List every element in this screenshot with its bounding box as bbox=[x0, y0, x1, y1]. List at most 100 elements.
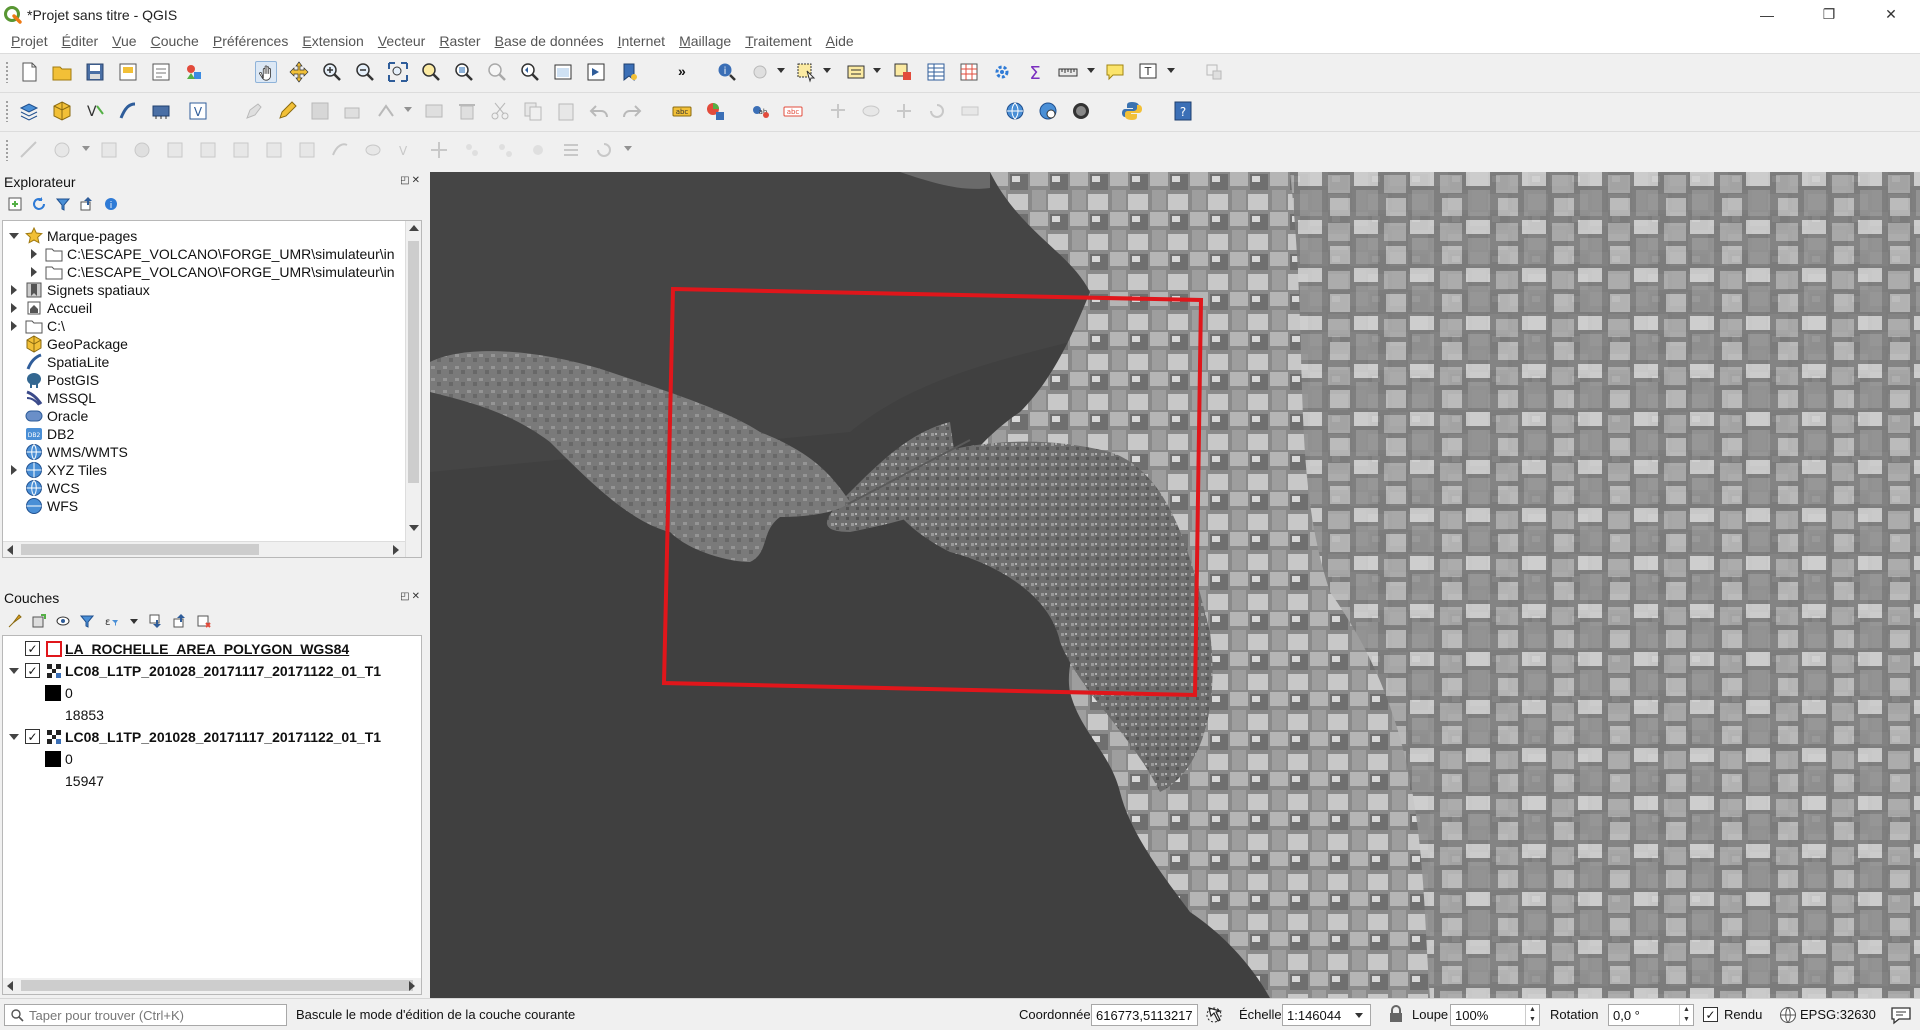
annotation-dropdown-icon[interactable] bbox=[1167, 68, 1175, 73]
add-ring-icon[interactable] bbox=[51, 139, 73, 161]
browser-horizontal-scroll-thumb[interactable] bbox=[21, 544, 259, 555]
open-attribute-table-icon[interactable] bbox=[925, 61, 947, 83]
fill-ring-icon[interactable] bbox=[131, 139, 153, 161]
manage-map-themes-icon[interactable] bbox=[55, 613, 71, 629]
pan-map-icon[interactable] bbox=[255, 61, 277, 83]
map-tips-icon[interactable] bbox=[1104, 61, 1126, 83]
menu-projet[interactable]: Projet bbox=[4, 33, 55, 49]
delete-selected-icon[interactable] bbox=[456, 100, 478, 122]
menu-editer[interactable]: Éditer bbox=[55, 33, 106, 49]
crs-label[interactable]: EPSG:32630 bbox=[1800, 1007, 1876, 1022]
filter-browser-icon[interactable] bbox=[55, 196, 71, 212]
layer-item[interactable]: ✓ LC08_L1TP_201028_20171117_20171122_01_T… bbox=[3, 662, 421, 680]
collapsed-arrow-icon[interactable] bbox=[11, 303, 17, 313]
show-unplaced-labels-icon[interactable]: abc bbox=[782, 100, 804, 122]
scroll-down-arrow-icon[interactable] bbox=[409, 525, 419, 531]
render-checkbox[interactable]: ✓ bbox=[1703, 1007, 1718, 1022]
zoom-full-icon[interactable] bbox=[387, 61, 409, 83]
select-by-value-icon[interactable] bbox=[845, 61, 867, 83]
menu-maillage[interactable]: Maillage bbox=[672, 33, 738, 49]
rotation-spinbox[interactable]: 0,0 ° ▲ ▼ bbox=[1608, 1004, 1694, 1026]
collapsed-arrow-icon[interactable] bbox=[31, 267, 37, 277]
add-ring-dropdown-icon[interactable] bbox=[82, 146, 90, 151]
select-by-value-dropdown-icon[interactable] bbox=[873, 68, 881, 73]
add-part-icon[interactable] bbox=[98, 139, 120, 161]
rotation-spin-arrows[interactable]: ▲ ▼ bbox=[1679, 1005, 1693, 1025]
data-source-manager-icon[interactable] bbox=[18, 100, 40, 122]
layers-horizontal-scroll-thumb[interactable] bbox=[21, 980, 413, 991]
cut-features-icon[interactable] bbox=[489, 100, 511, 122]
collapse-all-layers-icon[interactable] bbox=[172, 613, 188, 629]
paste-features-icon[interactable] bbox=[555, 100, 577, 122]
field-calculator-icon[interactable] bbox=[958, 61, 980, 83]
filter-expression-dropdown-icon[interactable] bbox=[130, 619, 138, 624]
more-tools-chevron[interactable]: » bbox=[678, 63, 686, 79]
expanded-arrow-icon[interactable] bbox=[9, 668, 19, 674]
copy-features-icon[interactable] bbox=[522, 100, 544, 122]
zoom-native-resolution-icon[interactable] bbox=[486, 61, 508, 83]
actions-icon[interactable] bbox=[749, 61, 771, 83]
layer-visibility-checkbox[interactable]: ✓ bbox=[25, 641, 40, 656]
restore-button[interactable]: ❐ bbox=[1806, 0, 1852, 29]
messages-icon[interactable] bbox=[1890, 1005, 1912, 1025]
scale-combobox[interactable]: 1:146044 bbox=[1282, 1004, 1371, 1026]
metasearch-search-icon[interactable] bbox=[1037, 100, 1059, 122]
split-features-icon[interactable] bbox=[329, 139, 351, 161]
lock-scale-icon[interactable] bbox=[1388, 1005, 1404, 1023]
menu-vecteur[interactable]: Vecteur bbox=[371, 33, 433, 49]
new-virtual-layer-icon[interactable] bbox=[150, 100, 172, 122]
rotate-dropdown-icon[interactable] bbox=[624, 146, 632, 151]
map-canvas[interactable] bbox=[430, 172, 1920, 998]
identify-features-icon[interactable]: i bbox=[716, 61, 738, 83]
browser-horizontal-scrollbar[interactable] bbox=[3, 541, 405, 557]
help-contents-icon[interactable]: ? bbox=[1172, 100, 1194, 122]
move-label-icon[interactable] bbox=[893, 100, 915, 122]
menu-extension[interactable]: Extension bbox=[295, 33, 371, 49]
zoom-out-icon[interactable] bbox=[354, 61, 376, 83]
new-spatialite-layer-icon[interactable] bbox=[117, 100, 139, 122]
trim-extend-icon[interactable] bbox=[494, 139, 516, 161]
merge-features-icon[interactable] bbox=[362, 139, 384, 161]
layer-diagram-options-icon[interactable] bbox=[704, 100, 726, 122]
bookmark-location-icon[interactable] bbox=[618, 61, 640, 83]
select-features-dropdown-icon[interactable] bbox=[823, 68, 831, 73]
collapsed-arrow-icon[interactable] bbox=[11, 321, 17, 331]
actions-dropdown-icon[interactable] bbox=[777, 68, 785, 73]
magnifier-spin-arrows[interactable]: ▲ ▼ bbox=[1525, 1005, 1539, 1025]
rotate-label-icon[interactable] bbox=[926, 100, 948, 122]
undo-icon[interactable] bbox=[588, 100, 610, 122]
open-layer-styling-icon[interactable] bbox=[7, 613, 23, 629]
offset-curve-icon[interactable] bbox=[263, 139, 285, 161]
rotate-feature-icon[interactable] bbox=[593, 139, 615, 161]
zoom-to-layer-icon[interactable] bbox=[453, 61, 475, 83]
new-map-view-icon[interactable] bbox=[552, 61, 574, 83]
align-icon[interactable] bbox=[560, 139, 582, 161]
deselect-all-icon[interactable] bbox=[892, 61, 914, 83]
text-annotation-icon[interactable]: T bbox=[1137, 61, 1159, 83]
toggle-editing-icon[interactable] bbox=[276, 100, 298, 122]
new-geopackage-layer-icon[interactable] bbox=[51, 100, 73, 122]
pin-labels-icon[interactable] bbox=[827, 100, 849, 122]
show-hide-labels-icon[interactable] bbox=[860, 100, 882, 122]
expand-all-icon[interactable] bbox=[148, 613, 164, 629]
filter-by-expression-icon[interactable]: ε bbox=[103, 613, 119, 629]
layers-panel-float-close-buttons[interactable]: ◰✕ bbox=[400, 591, 422, 602]
snapping-icon[interactable] bbox=[18, 139, 40, 161]
zoom-last-icon[interactable] bbox=[519, 61, 541, 83]
collapsed-arrow-icon[interactable] bbox=[11, 465, 17, 475]
filter-legend-icon[interactable] bbox=[79, 613, 95, 629]
scale-dropdown-icon[interactable] bbox=[1355, 1013, 1363, 1018]
new-project-icon[interactable] bbox=[18, 61, 40, 83]
statistical-summary-icon[interactable]: Σ bbox=[1024, 61, 1046, 83]
delete-ring-icon[interactable] bbox=[164, 139, 186, 161]
vertex-dropdown-icon[interactable] bbox=[404, 107, 412, 112]
refresh-icon[interactable] bbox=[31, 196, 47, 212]
layer-item[interactable]: ✓ LA_ROCHELLE_AREA_POLYGON_WGS84 bbox=[3, 640, 421, 658]
layers-horizontal-scrollbar[interactable] bbox=[3, 978, 421, 994]
menu-vue[interactable]: Vue bbox=[105, 33, 143, 49]
delete-part-icon[interactable] bbox=[197, 139, 219, 161]
locator-search-input[interactable]: Taper pour trouver (Ctrl+K) bbox=[4, 1004, 287, 1026]
expanded-arrow-icon[interactable] bbox=[9, 734, 19, 740]
pan-to-selection-icon[interactable] bbox=[288, 61, 310, 83]
redo-icon[interactable] bbox=[621, 100, 643, 122]
